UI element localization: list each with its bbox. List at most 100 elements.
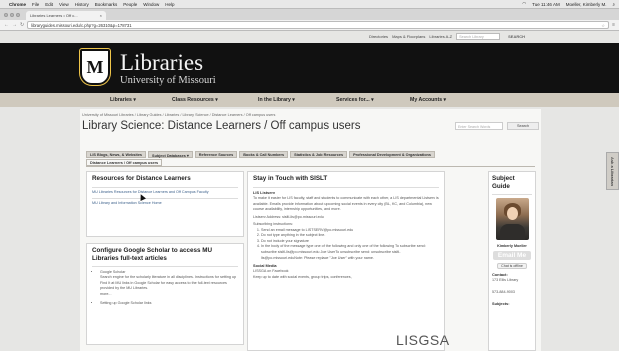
- divider: [92, 197, 238, 199]
- nav-libraries[interactable]: Libraries ▾: [110, 97, 136, 103]
- facebook-text: Keep up to date with social events, grou…: [253, 274, 352, 279]
- subject-guide-title: Subject Guide: [492, 175, 515, 190]
- subjects-label: Subjects:: [492, 301, 510, 307]
- lisgsa-logo: LISGSA: [396, 332, 450, 348]
- profile-photo: [495, 197, 529, 240]
- listserv-label: LIS Listserv: [253, 190, 276, 196]
- google-scholar-desc: Search engine for the scholarly literatu…: [100, 275, 237, 291]
- menu-chrome[interactable]: Chrome: [9, 2, 26, 7]
- menu-window[interactable]: Window: [143, 2, 159, 7]
- divider: [92, 186, 238, 188]
- tab-reference-sources[interactable]: Reference Sources: [194, 151, 238, 158]
- ask-a-librarian-tab[interactable]: Ask a Librarian: [606, 152, 619, 190]
- menu-history[interactable]: History: [75, 2, 89, 7]
- guide-search-input[interactable]: Enter Search Words: [455, 122, 503, 130]
- reload-icon[interactable]: ↻: [20, 22, 24, 28]
- guide-search-button[interactable]: Search: [507, 122, 539, 130]
- link-google-scholar[interactable]: Google Scholar: [100, 270, 125, 274]
- listserv-address: Listserv Address: sisltl-lis@po.missouri…: [253, 214, 324, 219]
- tab-distance-learners[interactable]: Distance Learners / Off campus users: [86, 159, 163, 166]
- user-name[interactable]: Moeller, Kimberly M.: [566, 2, 607, 7]
- link-maps-floorplans[interactable]: Maps & Floorplans: [392, 34, 425, 39]
- resources-box-title: Resources for Distance Learners: [92, 175, 191, 182]
- breadcrumb[interactable]: University of Missouri Libraries / Libra…: [82, 113, 275, 117]
- nav-in-the-library[interactable]: In the Library ▾: [258, 97, 295, 103]
- mu-shield-logo-icon[interactable]: M: [80, 49, 110, 85]
- library-search-button[interactable]: SEARCH: [504, 33, 529, 40]
- nav-services-for[interactable]: Services for... ▾: [336, 97, 374, 103]
- guide-tabs-row2: Distance Learners / Off campus users: [86, 159, 163, 166]
- web-page: Directories Maps & Floorplans Libraries …: [0, 31, 619, 351]
- forward-icon[interactable]: →: [12, 22, 17, 28]
- window-controls: [4, 12, 20, 17]
- menu-view[interactable]: View: [59, 2, 69, 7]
- subscribe-steps: Send an email message to LISTSERV@po.mis…: [253, 228, 439, 261]
- menu-edit[interactable]: Edit: [45, 2, 53, 7]
- browser-tab[interactable]: Libraries Learners • Off c... ×: [26, 11, 106, 20]
- tab-lis-blogs[interactable]: LIS Blogs, News, & Websites: [86, 151, 147, 158]
- nav-class-resources[interactable]: Class Resources ▾: [172, 97, 218, 103]
- nav-my-accounts[interactable]: My Accounts ▾: [410, 97, 446, 103]
- menu-help[interactable]: Help: [165, 2, 174, 7]
- guide-tabs: LIS Blogs, News, & Websites Subject Data…: [86, 151, 435, 158]
- menu-file[interactable]: File: [32, 2, 39, 7]
- divider: [492, 194, 532, 195]
- minimize-window-button[interactable]: [10, 12, 14, 17]
- site-title[interactable]: Libraries: [120, 50, 203, 76]
- library-search-input[interactable]: Search Library: [456, 33, 501, 40]
- phone-number: 573-884-9003: [492, 289, 515, 294]
- link-libraries-a-z[interactable]: Libraries A-Z: [429, 34, 452, 39]
- listserv-text: To make it easier for LIS faculty, staff…: [253, 196, 439, 212]
- tab-title: Libraries Learners • Off c...: [30, 13, 78, 18]
- tab-professional-development[interactable]: Professional Development & Organizations: [349, 151, 435, 158]
- divider: [92, 266, 238, 267]
- sislt-box: Stay in Touch with SISLT LIS Listserv To…: [247, 171, 449, 351]
- guide-content: University of Missouri Libraries / Libra…: [80, 109, 541, 351]
- more-link[interactable]: more...: [100, 292, 238, 298]
- contact-label: Contact:: [492, 272, 508, 278]
- clock[interactable]: Tue 11:46 AM: [532, 2, 560, 7]
- scholar-list: Google Scholar Search engine for the sch…: [92, 270, 238, 307]
- list-item: Setting up Google Scholar links: [100, 301, 238, 307]
- tab-subject-databases[interactable]: Subject Databases ▾: [148, 151, 193, 158]
- tab-divider: [86, 166, 535, 167]
- os-menu-bar: Chrome File Edit View History Bookmarks …: [0, 0, 619, 9]
- subject-guide-box: Subject Guide Kimberly Moeller Email Me …: [488, 171, 536, 351]
- chat-offline-button[interactable]: Chat is offline: [497, 263, 527, 270]
- site-subtitle: University of Missouri: [120, 75, 216, 86]
- search-icon[interactable]: ⌕: [612, 2, 615, 7]
- contact-value: 173 Ellis Library: [492, 278, 519, 283]
- utility-bar: Directories Maps & Floorplans Libraries …: [369, 33, 529, 40]
- menu-bookmarks[interactable]: Bookmarks: [95, 2, 118, 7]
- list-item: Google Scholar Search engine for the sch…: [100, 270, 238, 298]
- sislt-box-title: Stay in Touch with SISLT: [253, 175, 328, 182]
- url-text: libraryguides.missouri.edu/c.php?g=26310…: [31, 22, 132, 28]
- link-mu-lis-home[interactable]: MU Library and Information Science Home: [92, 201, 238, 207]
- browser-menu-icon[interactable]: ≡: [612, 22, 615, 28]
- tab-statistics-job[interactable]: Statistics & Job Resources: [290, 151, 348, 158]
- site-banner: M Libraries University of Missouri: [0, 43, 619, 93]
- email-me-button[interactable]: Email Me: [493, 251, 531, 261]
- bookmark-star-icon[interactable]: ☆: [601, 23, 605, 28]
- divider: [253, 186, 439, 188]
- menu-people[interactable]: People: [123, 2, 137, 7]
- browser-toolbar: ← → ↻ libraryguides.missouri.edu/c.php?g…: [0, 20, 619, 31]
- zoom-window-button[interactable]: [16, 12, 20, 17]
- link-directories[interactable]: Directories: [369, 34, 388, 39]
- close-window-button[interactable]: [4, 12, 8, 17]
- google-scholar-box-title: Configure Google Scholar to access MU Li…: [92, 247, 213, 262]
- url-bar[interactable]: libraryguides.missouri.edu/c.php?g=26310…: [27, 21, 610, 29]
- close-tab-icon[interactable]: ×: [100, 13, 102, 18]
- browser-tab-bar: Libraries Learners • Off c... ×: [0, 9, 619, 20]
- tab-books-call-numbers[interactable]: Books & Call Numbers: [239, 151, 289, 158]
- main-nav: Libraries ▾ Class Resources ▾ In the Lib…: [0, 93, 619, 107]
- google-scholar-box: Configure Google Scholar to access MU Li…: [86, 243, 244, 345]
- link-mu-resources-distance[interactable]: MU Libraries Resources for Distance Lear…: [92, 190, 238, 196]
- list-item: In the body of the message type one of t…: [261, 244, 439, 261]
- social-media-label: Social Media: [253, 263, 277, 269]
- resources-box: Resources for Distance Learners MU Libra…: [86, 171, 244, 237]
- wifi-icon[interactable]: ◠: [522, 1, 526, 7]
- link-setting-up-google-scholar[interactable]: Setting up Google Scholar links: [100, 301, 151, 305]
- page-title: Library Science: Distance Learners / Off…: [82, 120, 361, 132]
- back-icon[interactable]: ←: [4, 22, 9, 28]
